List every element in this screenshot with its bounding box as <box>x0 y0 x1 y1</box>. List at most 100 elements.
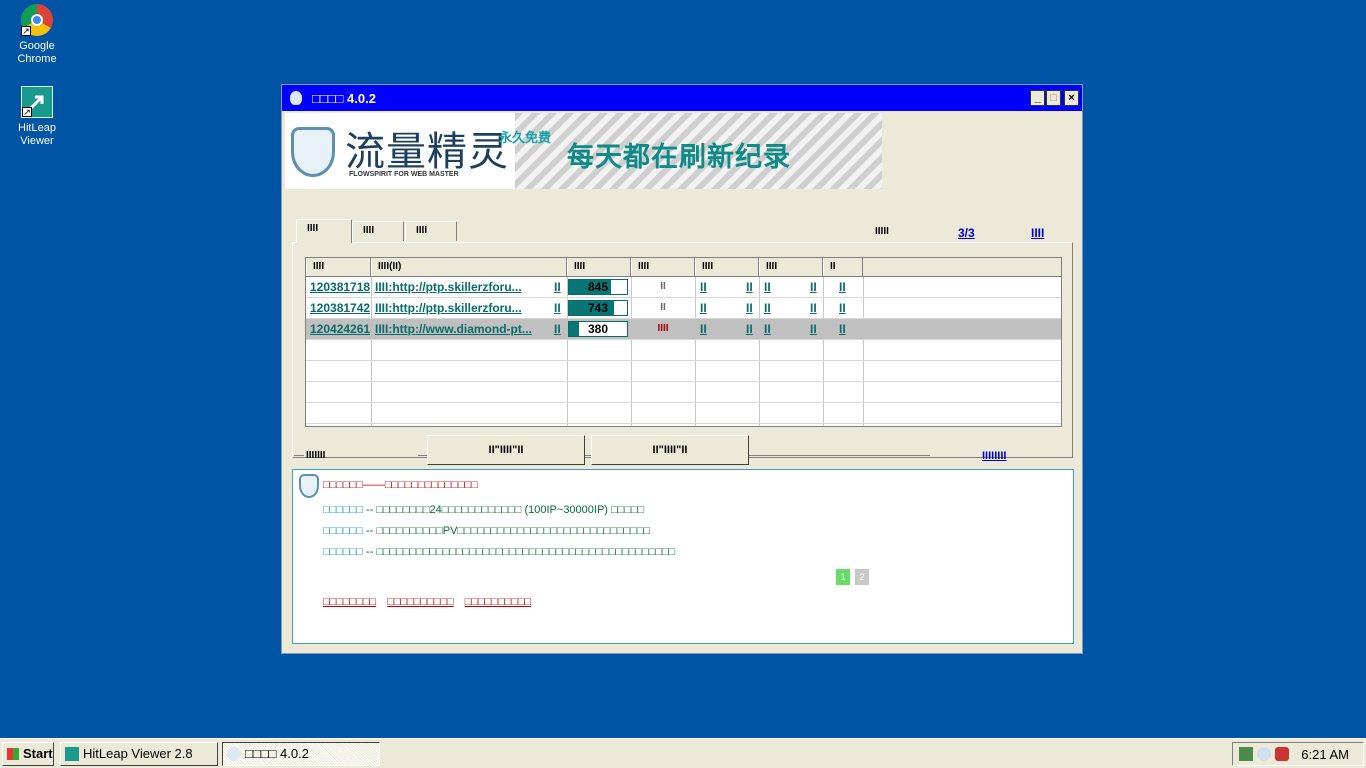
taskbar: Start HitLeap Viewer 2.8 □□□□ 4.0.2 6:21… <box>0 738 1366 768</box>
info-link-3[interactable]: □□□□□□□□□□ <box>465 596 531 608</box>
app-window: □□□□ 4.0.2 _ □ × 流量精灵 FLOWSPIRIT FOR WEB… <box>281 84 1083 654</box>
task-id-link[interactable]: 120424261 <box>310 319 370 339</box>
logo-subtitle: FLOWSPIRIT FOR WEB MASTER <box>349 171 459 178</box>
pages-label: IIIII <box>875 226 889 237</box>
row-action-link[interactable]: II <box>746 298 758 318</box>
row-action-link[interactable]: II <box>764 319 784 339</box>
task-status: II <box>660 302 666 313</box>
shield-icon <box>299 474 319 498</box>
action-button-2[interactable]: II"IIII"II <box>591 435 749 465</box>
row-action-link[interactable]: II <box>764 298 784 318</box>
task-mark-link[interactable]: II <box>554 319 566 339</box>
table-row[interactable]: 120381718 IIII:http://ptp.skillerzforu...… <box>306 277 1061 298</box>
column-header[interactable]: IIII(II) <box>371 258 567 276</box>
task-status: II <box>660 281 666 292</box>
column-header[interactable]: IIII <box>631 258 695 276</box>
desktop-icon-label: Chrome <box>17 53 57 65</box>
bottom-label: IIIIIII <box>306 450 326 461</box>
progress-value: 845 <box>587 280 609 294</box>
desktop-icon-label: Google <box>19 40 55 52</box>
window-title: □□□□ 4.0.2 <box>312 91 376 106</box>
title-bar[interactable]: □□□□ 4.0.2 _ □ × <box>282 85 1082 111</box>
column-header[interactable]: IIII <box>759 258 823 276</box>
minimize-button[interactable]: _ <box>1030 90 1045 106</box>
tab-3[interactable]: IIII <box>405 221 457 241</box>
desktop-icon-chrome[interactable]: ↗ Google Chrome <box>0 4 74 66</box>
progress-value: 743 <box>587 301 609 315</box>
task-status: IIII <box>657 323 669 334</box>
column-header[interactable]: IIII <box>306 258 371 276</box>
network-icon[interactable] <box>1239 747 1253 761</box>
task-url-link[interactable]: IIII:http://www.diamond-pt... <box>375 319 551 339</box>
hitleap-icon <box>65 747 79 761</box>
row-action-link[interactable]: II <box>810 319 822 339</box>
action-button-1[interactable]: II"IIII"II <box>427 435 585 465</box>
task-mark-link[interactable]: II <box>554 277 566 297</box>
info-panel: □□□□□□——□□□□□□□□□□□□□□ □□□□□□ -- □□□□□□□… <box>292 469 1074 644</box>
table-row[interactable]: 120424261 IIII:http://www.diamond-pt... II… <box>306 319 1061 340</box>
logo-text: 流量精灵 <box>345 129 509 175</box>
column-header[interactable]: II <box>823 258 863 276</box>
taskbar-item-hitleap[interactable]: HitLeap Viewer 2.8 <box>60 742 218 766</box>
tab-2[interactable]: IIII <box>352 221 404 241</box>
row-action-link[interactable]: II <box>810 277 822 297</box>
tab-1[interactable]: IIII <box>296 219 352 243</box>
progress-value: 380 <box>587 322 609 336</box>
task-id-link[interactable]: 120381742 <box>310 298 370 318</box>
page-indicator-link[interactable]: 3/3 <box>958 226 975 240</box>
app-icon <box>290 91 302 105</box>
info-link-2[interactable]: □□□□□□□□□□ <box>387 596 453 608</box>
taskbar-item-flowspirit[interactable]: □□□□ 4.0.2 <box>222 742 380 766</box>
info-links: □□□□□□□□ □□□□□□□□□□ □□□□□□□□□□ <box>323 596 539 608</box>
task-mark-link[interactable]: II <box>554 298 566 318</box>
table-row[interactable]: 120381742 IIII:http://ptp.skillerzforu...… <box>306 298 1061 319</box>
shortcut-arrow-icon: ↗ <box>21 26 31 36</box>
info-line: □□□□□□ -- □□□□□□□□24□□□□□□□□□□□□ (100IP~… <box>323 504 645 516</box>
shortcut-arrow-icon: ↗ <box>22 107 32 117</box>
task-url-link[interactable]: IIII:http://ptp.skillerzforu... <box>375 298 551 318</box>
app-icon <box>227 747 241 761</box>
table-row-empty <box>306 340 1061 361</box>
pager-page-1[interactable]: 1 <box>836 569 850 585</box>
info-link-1[interactable]: □□□□□□□□ <box>323 596 376 608</box>
desktop-icon-label: HitLeap Viewer <box>18 122 56 147</box>
column-header[interactable]: IIII <box>695 258 759 276</box>
banner-slogan: 每天都在刷新纪录 <box>567 142 791 173</box>
task-url-link[interactable]: IIII:http://ptp.skillerzforu... <box>375 277 551 297</box>
task-id-link[interactable]: 120381718 <box>310 277 370 297</box>
start-button[interactable]: Start <box>2 742 54 766</box>
row-action-link[interactable]: II <box>700 298 720 318</box>
task-table: IIII IIII(II) IIII IIII IIII IIII II 120… <box>305 257 1062 427</box>
close-button[interactable]: × <box>1064 90 1079 106</box>
system-tray: 6:21 AM <box>1232 742 1364 766</box>
free-tag: 永久免费 <box>499 130 552 145</box>
table-row-empty <box>306 382 1061 403</box>
bottom-link[interactable]: IIIIIIII <box>982 448 1006 462</box>
table-row-empty <box>306 403 1061 424</box>
row-action-link[interactable]: II <box>746 277 758 297</box>
info-headline: □□□□□□——□□□□□□□□□□□□□□ <box>323 479 478 491</box>
row-action-link[interactable]: II <box>746 319 758 339</box>
more-link[interactable]: IIII <box>1031 226 1044 240</box>
column-header[interactable]: IIII <box>567 258 631 276</box>
chrome-icon: ↗ <box>21 4 53 36</box>
pager-page-2[interactable]: 2 <box>855 569 869 585</box>
row-action-link[interactable]: II <box>839 277 859 297</box>
clock: 6:21 AM <box>1301 747 1349 762</box>
row-action-link[interactable]: II <box>810 298 822 318</box>
row-action-link[interactable]: II <box>839 298 859 318</box>
info-line: □□□□□□ -- □□□□□□□□□□PV□□□□□□□□□□□□□□□□□□… <box>323 525 651 537</box>
row-action-link[interactable]: II <box>764 277 784 297</box>
windows-logo-icon <box>7 748 19 760</box>
row-action-link[interactable]: II <box>700 277 720 297</box>
app-tray-icon[interactable] <box>1257 747 1271 761</box>
desktop-icon-hitleap[interactable]: ↗ HitLeap Viewer <box>0 86 74 148</box>
row-action-link[interactable]: II <box>839 319 859 339</box>
banner[interactable]: 流量精灵 FLOWSPIRIT FOR WEB MASTER 永久免费 每天都在… <box>285 113 882 189</box>
table-row-empty <box>306 361 1061 382</box>
progress-bar: 743 <box>568 300 628 316</box>
security-shield-icon[interactable] <box>1275 747 1289 761</box>
row-action-link[interactable]: II <box>700 319 720 339</box>
maximize-button[interactable]: □ <box>1046 90 1061 106</box>
info-line: □□□□□□ -- □□□□□□□□□□□□□□□□□□□□□□□□□□□□□□… <box>323 546 676 558</box>
